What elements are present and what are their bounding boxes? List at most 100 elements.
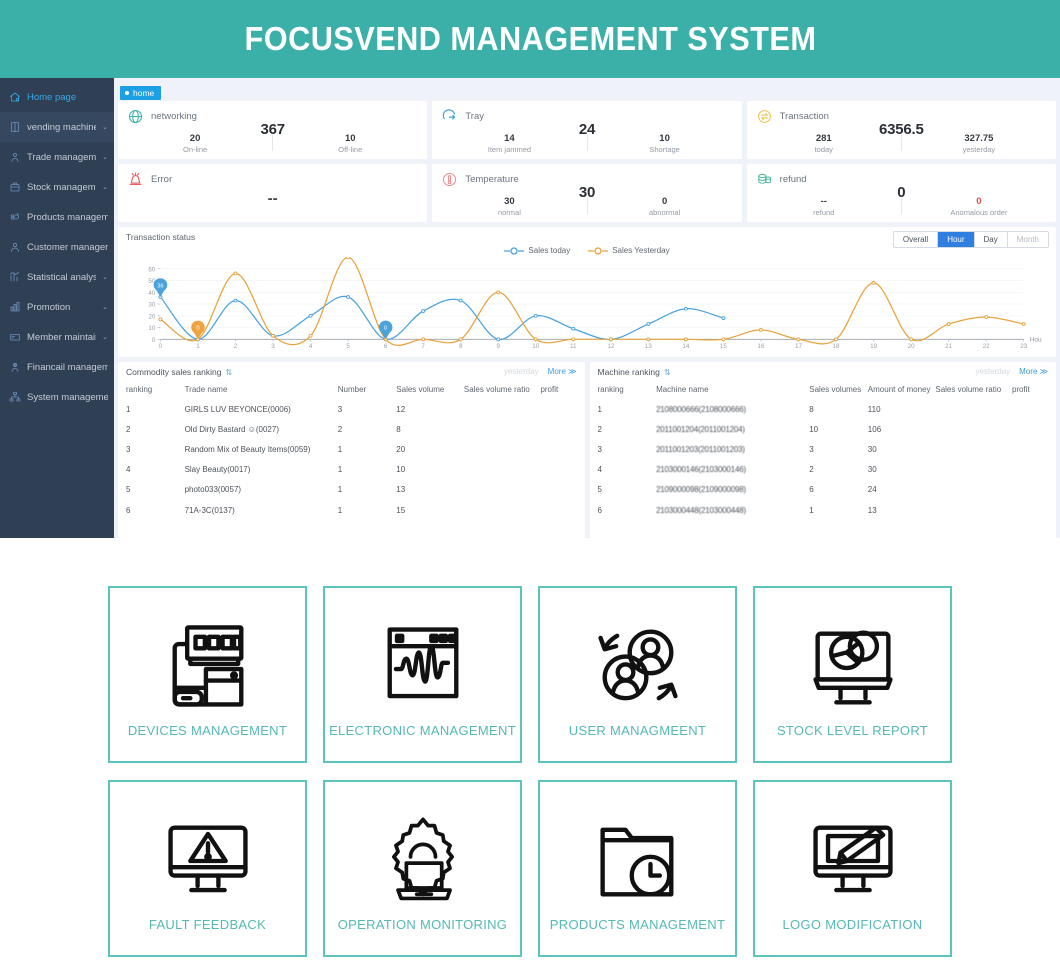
table-cell: 10 bbox=[396, 465, 406, 475]
stat-card-networking[interactable]: networking 367 20 On-line 10 Off-line bbox=[118, 101, 428, 159]
table-row[interactable]: 5 2109000098(2109000098) 6 24 bbox=[598, 480, 1049, 500]
svg-text:10: 10 bbox=[532, 343, 540, 350]
stat-card-error[interactable]: Error -- bbox=[118, 164, 428, 222]
tile-stock-level-report[interactable]: STOCK LEVEL REPORT bbox=[753, 586, 952, 763]
chart-tab-hour[interactable]: Hour bbox=[938, 232, 975, 247]
tile-user-managmeent[interactable]: USER MANAGMEENT bbox=[538, 586, 737, 763]
table-cell bbox=[935, 500, 1012, 520]
sidebar-item-products-management[interactable]: Products management bbox=[0, 202, 114, 232]
tile-electronic-management[interactable]: ELECTRONIC MANAGEMENT bbox=[323, 586, 522, 763]
table-cell: 2103000448(2103000448) bbox=[656, 505, 746, 515]
table-cell: 1 bbox=[597, 404, 602, 414]
svg-text:16: 16 bbox=[757, 343, 765, 350]
stat-leg: 14 Item jammed bbox=[432, 133, 586, 154]
table-cell: 110 bbox=[867, 404, 881, 414]
sidebar: Home pagevending machine⌄Trade managemen… bbox=[0, 78, 114, 538]
devices-icon bbox=[156, 611, 260, 723]
chevron-down-icon: ⌄ bbox=[102, 124, 108, 131]
legend-marker-icon bbox=[504, 246, 525, 255]
table-cell: 71A-3C(0137) bbox=[184, 505, 235, 515]
column-header: ranking bbox=[597, 385, 624, 394]
waveform-icon bbox=[371, 611, 475, 723]
stat-card-temperature[interactable]: Temperature 30 30 normal 0 abnormal bbox=[432, 164, 742, 222]
table-cell: 3 bbox=[126, 444, 131, 454]
warning-monitor-icon bbox=[156, 805, 260, 917]
svg-text:9: 9 bbox=[496, 343, 500, 350]
sidebar-item-label: Customer management bbox=[27, 241, 108, 253]
tile-operation-monitoring[interactable]: OPERATION MONITORING bbox=[323, 780, 522, 957]
stat-card-header: Error bbox=[127, 171, 417, 188]
table-row[interactable]: 4 2103000146(2103000146) 2 30 bbox=[598, 460, 1049, 480]
svg-text:40: 40 bbox=[148, 290, 156, 297]
sidebar-item-trade-management[interactable]: Trade management ⌄ bbox=[0, 142, 114, 172]
table-cell: 5 bbox=[126, 485, 131, 495]
sidebar-item-statistical-analysis[interactable]: Statistical analysis ⌄ bbox=[0, 262, 114, 292]
table-cell: 2108000666(2108000666) bbox=[656, 404, 746, 414]
stat-card-legs: 20 On-line 10 Off-line bbox=[118, 133, 427, 154]
stat-leg-value: 10 bbox=[344, 132, 356, 144]
sidebar-item-promotion[interactable]: Promotion ⌄ bbox=[0, 292, 114, 322]
table-row[interactable]: 5 photo033(0057) 1 13 bbox=[126, 480, 577, 500]
sidebar-item-stock-management[interactable]: Stock management ⌄ bbox=[0, 172, 114, 202]
stat-leg-value: 0 bbox=[661, 195, 668, 207]
table-cell bbox=[935, 399, 1012, 419]
machine-table: ranking Machine name Sales volumes Amount o… bbox=[598, 382, 1049, 520]
page-title: FOCUSVEND MANAGEMENT SYSTEM bbox=[244, 20, 816, 57]
tile-label: OPERATION MONITORING bbox=[337, 917, 508, 932]
table-cell bbox=[540, 500, 576, 520]
table-cell: 3 bbox=[809, 444, 814, 454]
sidebar-item-member-maintain[interactable]: Member maintain ⌄ bbox=[0, 322, 114, 352]
stat-card-refund[interactable]: refund 0 -- refund 0 Anomalous order bbox=[746, 164, 1056, 222]
table-cell: 10 bbox=[809, 424, 819, 434]
stat-card-tray[interactable]: Tray 24 14 Item jammed 10 Shortage bbox=[432, 101, 742, 159]
stat-card-transaction[interactable]: Transaction 6356.5 281 today 327.75 yesterday bbox=[746, 101, 1056, 159]
table-row[interactable]: 1 2108000666(2108000666) 8 110 bbox=[598, 399, 1049, 419]
tile-products-management[interactable]: PRODUCTS MANAGEMENT bbox=[538, 780, 737, 957]
sidebar-item-customer-management[interactable]: Customer management bbox=[0, 232, 114, 262]
svg-text:23: 23 bbox=[1020, 343, 1028, 350]
sort-icon[interactable]: ⇅ bbox=[225, 368, 232, 377]
legend-item[interactable]: Sales Yesterday bbox=[588, 246, 670, 255]
table-row[interactable]: 3 Random Mix of Beauty Items(0059) 1 20 bbox=[126, 439, 577, 459]
sidebar-item-home-page[interactable]: Home page bbox=[0, 82, 114, 112]
table-cell: 3 bbox=[597, 444, 602, 454]
table-cell: 2 bbox=[337, 424, 343, 434]
table-row[interactable]: 4 Slay Beauty(0017) 1 10 bbox=[126, 460, 577, 480]
tile-fault-feedback[interactable]: FAULT FEEDBACK bbox=[108, 780, 307, 957]
table-row[interactable]: 2 2011001204(2011001204) 10 106 bbox=[598, 419, 1049, 439]
svg-text:6: 6 bbox=[384, 343, 388, 350]
tile-label: ELECTRONIC MANAGEMENT bbox=[329, 723, 516, 738]
chart-tab-overall[interactable]: Overall bbox=[894, 232, 939, 247]
table-cell: 13 bbox=[867, 505, 877, 515]
table-row[interactable]: 1 GIRLS LUV BEYONCE(0006) 3 12 bbox=[126, 399, 577, 419]
sidebar-item-vending-machine[interactable]: vending machine ⌄ bbox=[0, 112, 114, 142]
table-row[interactable]: 3 2011001203(2011001203) 3 30 bbox=[598, 439, 1049, 459]
stat-card-legs: -- refund 0 Anomalous order bbox=[747, 196, 1056, 217]
stat-leg: 10 Shortage bbox=[588, 133, 742, 154]
legend-label: Sales Yesterday bbox=[612, 246, 670, 255]
table-row[interactable]: 6 2103000448(2103000448) 1 13 bbox=[598, 500, 1049, 520]
sort-icon[interactable]: ⇅ bbox=[664, 368, 671, 377]
commodity-more-link[interactable]: More ≫ bbox=[548, 367, 577, 376]
machine-more-link[interactable]: More ≫ bbox=[1019, 367, 1048, 376]
ranking-tables-row: Commodity sales ranking ⇅ yesterday More… bbox=[118, 362, 1056, 538]
sidebar-item-financail-management[interactable]: Financail management bbox=[0, 352, 114, 382]
column-header: Sales volumes bbox=[809, 385, 862, 394]
chart-tab-day[interactable]: Day bbox=[975, 232, 1008, 247]
tile-devices-management[interactable]: DEVICES MANAGEMENT bbox=[108, 586, 307, 763]
table-cell: 6 bbox=[126, 505, 131, 515]
table-cell bbox=[1012, 480, 1048, 500]
svg-text:15: 15 bbox=[720, 343, 728, 350]
commodity-table: ranking Trade name Number Sales volume Sales… bbox=[126, 382, 577, 520]
sidebar-item-system-management[interactable]: System management bbox=[0, 382, 114, 412]
chart-tab-month[interactable]: Month bbox=[1008, 232, 1048, 247]
stat-leg: 10 Off-line bbox=[273, 133, 427, 154]
legend-item[interactable]: Sales today bbox=[504, 246, 570, 255]
table-row[interactable]: 2 Old Dirty Bastard ☺(0027) 2 8 bbox=[126, 419, 577, 439]
table-row[interactable]: 6 71A-3C(0137) 1 15 bbox=[126, 500, 577, 520]
tab-home[interactable]: home bbox=[120, 86, 162, 100]
console-main: home networking 367 20 On-line 10 Off-line Tra… bbox=[114, 78, 1060, 538]
machine-ranking-panel: Machine ranking ⇅ yesterday More ≫ ranki… bbox=[589, 362, 1056, 538]
table-cell: 1 bbox=[337, 465, 343, 475]
tile-logo-modification[interactable]: LOGO MODIFICATION bbox=[753, 780, 952, 957]
